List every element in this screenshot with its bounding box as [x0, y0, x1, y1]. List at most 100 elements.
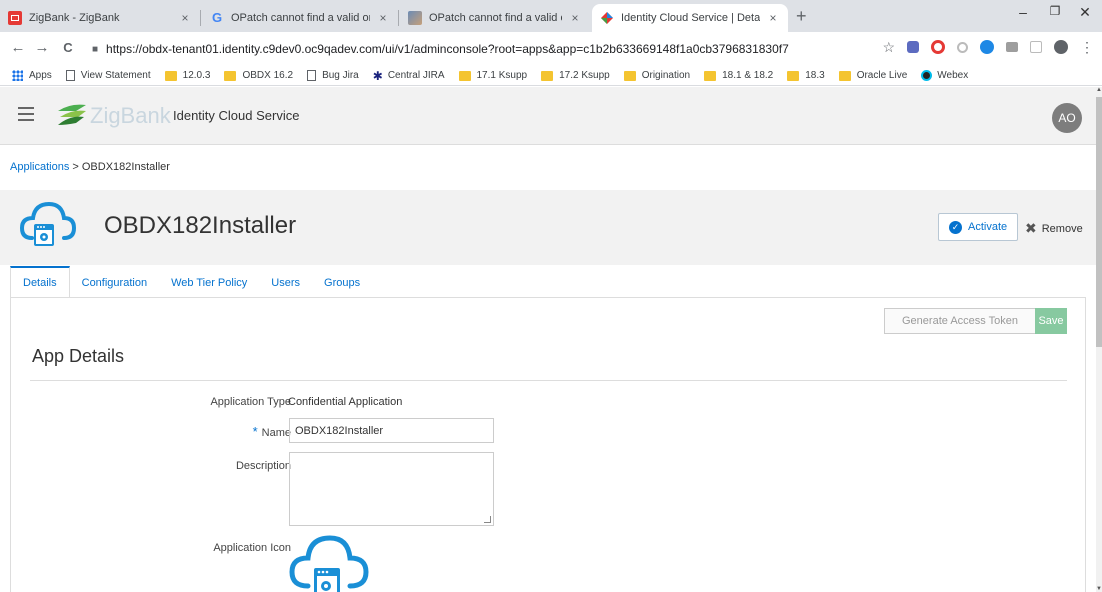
- reload-icon[interactable]: C: [58, 40, 78, 55]
- close-tab-icon[interactable]: ×: [178, 11, 192, 25]
- bookmark-label: Bug Jira: [322, 70, 359, 81]
- zigbank-favicon-icon: [8, 11, 22, 25]
- avatar[interactable]: AO: [1052, 103, 1082, 133]
- breadcrumb-applications-link[interactable]: Applications: [10, 161, 69, 173]
- profile-icon[interactable]: [1054, 40, 1068, 54]
- bookmark-oracle-live[interactable]: Oracle Live: [838, 70, 907, 81]
- bookmark-apps[interactable]: Apps: [12, 70, 52, 81]
- close-icon: ✖: [1025, 220, 1037, 236]
- bookmark-17-2-ksupp[interactable]: 17.2 Ksupp: [541, 70, 610, 81]
- scroll-up-icon[interactable]: ▲: [1096, 87, 1102, 93]
- tab-title: OPatch cannot find a valid oraIns: [231, 12, 370, 24]
- remove-label: Remove: [1041, 222, 1083, 235]
- bookmark-label: 12.0.3: [182, 70, 211, 81]
- restore-window-button[interactable]: ❐: [1040, 4, 1070, 18]
- activate-button[interactable]: ✓ Activate: [938, 213, 1019, 241]
- bookmarks-bar: Apps View Statement 12.0.3 OBDX 16.2 Bug…: [0, 66, 1102, 86]
- folder-icon: [458, 70, 471, 81]
- close-tab-icon[interactable]: ×: [376, 11, 390, 25]
- application-cloud-icon[interactable]: [288, 534, 370, 592]
- tab-details[interactable]: Details: [10, 266, 70, 298]
- opera-icon[interactable]: [931, 40, 945, 54]
- bookmark-view-statement[interactable]: View Statement: [65, 70, 151, 81]
- google-favicon-icon: G: [211, 10, 223, 25]
- hamburger-menu-icon[interactable]: [18, 107, 34, 121]
- oracle-community-favicon-icon: [408, 11, 422, 25]
- bookmark-label: View Statement: [80, 70, 151, 81]
- close-tab-icon[interactable]: ×: [766, 11, 780, 25]
- bookmark-18-3[interactable]: 18.3: [787, 70, 825, 81]
- browser-tab-oracle-community[interactable]: OPatch cannot find a valid oraIns ×: [400, 4, 590, 32]
- app-title: Identity Cloud Service: [173, 108, 300, 123]
- name-label: Name: [261, 427, 291, 439]
- camera-icon[interactable]: [1006, 42, 1018, 52]
- section-title: App Details: [32, 346, 125, 366]
- minimize-window-button[interactable]: –: [1008, 4, 1038, 20]
- breadcrumb: Applications > OBDX182Installer: [10, 161, 170, 173]
- folder-icon: [623, 70, 636, 81]
- extension-circle-icon[interactable]: [957, 41, 968, 53]
- browser-tab-zigbank[interactable]: ZigBank - ZigBank ×: [0, 4, 200, 32]
- folder-icon: [704, 70, 717, 81]
- bookmark-17-1-ksupp[interactable]: 17.1 Ksupp: [458, 70, 527, 81]
- address-bar[interactable]: ■ https://obdx-tenant01.identity.c9dev0.…: [92, 37, 882, 61]
- bookmark-18-1-18-2[interactable]: 18.1 & 18.2: [704, 70, 773, 81]
- bookmark-12-0-3[interactable]: 12.0.3: [164, 70, 211, 81]
- page-icon: [65, 70, 75, 81]
- bookmark-label: Central JIRA: [387, 70, 445, 81]
- tab-title: ZigBank - ZigBank: [29, 12, 120, 24]
- application-icon-label: Application Icon: [213, 542, 291, 554]
- folder-icon: [164, 70, 177, 81]
- bookmark-label: Webex: [937, 70, 969, 81]
- tab-users[interactable]: Users: [259, 266, 312, 298]
- scroll-down-icon[interactable]: ▼: [1096, 586, 1102, 592]
- tab-web-tier-policy[interactable]: Web Tier Policy: [159, 266, 259, 298]
- check-circle-icon: ✓: [949, 220, 962, 234]
- scrollbar-thumb[interactable]: [1096, 97, 1102, 347]
- back-arrow-icon[interactable]: ←: [8, 39, 28, 56]
- bookmark-obdx-16-2[interactable]: OBDX 16.2: [224, 70, 293, 81]
- app-header: ZigBank Identity Cloud Service AO: [0, 87, 1096, 145]
- idcs-favicon-icon: [600, 11, 614, 25]
- menu-kebab-icon[interactable]: ⋮: [1080, 40, 1094, 54]
- browser-tab-google[interactable]: G OPatch cannot find a valid oraIns ×: [202, 4, 398, 32]
- page-title: OBDX182Installer: [104, 212, 297, 239]
- bookmark-label: OBDX 16.2: [242, 70, 294, 81]
- application-type-label: Application Type: [210, 396, 291, 408]
- description-field[interactable]: [289, 452, 494, 526]
- tab-configuration[interactable]: Configuration: [70, 266, 159, 298]
- page-scrollbar[interactable]: ▲ ▼: [1096, 87, 1102, 592]
- forward-arrow-icon[interactable]: →: [32, 39, 52, 56]
- extension-blue-icon[interactable]: [980, 40, 994, 54]
- bookmark-label: Origination: [641, 70, 691, 81]
- name-label-wrap: * Name: [253, 424, 291, 439]
- star-icon[interactable]: ☆: [882, 40, 895, 54]
- close-window-button[interactable]: ✕: [1070, 4, 1100, 21]
- tab-groups[interactable]: Groups: [312, 266, 372, 298]
- name-field[interactable]: OBDX182Installer: [289, 418, 494, 443]
- webex-icon: [921, 70, 933, 81]
- browser-tab-idcs[interactable]: Identity Cloud Service | Details ×: [592, 4, 788, 32]
- bookmark-central-jira[interactable]: ✱ Central JIRA: [373, 69, 445, 83]
- close-tab-icon[interactable]: ×: [568, 11, 582, 25]
- resize-handle-icon[interactable]: [484, 516, 491, 523]
- page-title-band: OBDX182Installer ✓ Activate ✖ Remove: [0, 190, 1096, 265]
- bookmark-bug-jira[interactable]: Bug Jira: [307, 70, 359, 81]
- bookmark-webex[interactable]: Webex: [921, 70, 968, 81]
- remove-button[interactable]: ✖ Remove: [1025, 220, 1083, 237]
- save-button[interactable]: Save: [1035, 308, 1067, 334]
- bookmark-origination[interactable]: Origination: [623, 70, 691, 81]
- extension-square-icon[interactable]: [1030, 41, 1042, 53]
- apps-grid-icon: [12, 70, 23, 81]
- jira-icon: ✱: [372, 68, 383, 83]
- folder-icon: [541, 70, 554, 81]
- bookmark-label: 18.3: [805, 70, 825, 81]
- generate-access-token-button[interactable]: Generate Access Token: [884, 308, 1036, 334]
- new-tab-button[interactable]: +: [796, 6, 807, 27]
- extension-hex-icon[interactable]: [907, 41, 919, 53]
- details-panel: Generate Access Token Save App Details A…: [10, 297, 1086, 592]
- tab-separator: [200, 10, 201, 26]
- zigbank-logo-icon: [56, 101, 88, 132]
- activate-label: Activate: [968, 221, 1008, 233]
- extension-icons: ☆ ⋮: [882, 40, 1094, 54]
